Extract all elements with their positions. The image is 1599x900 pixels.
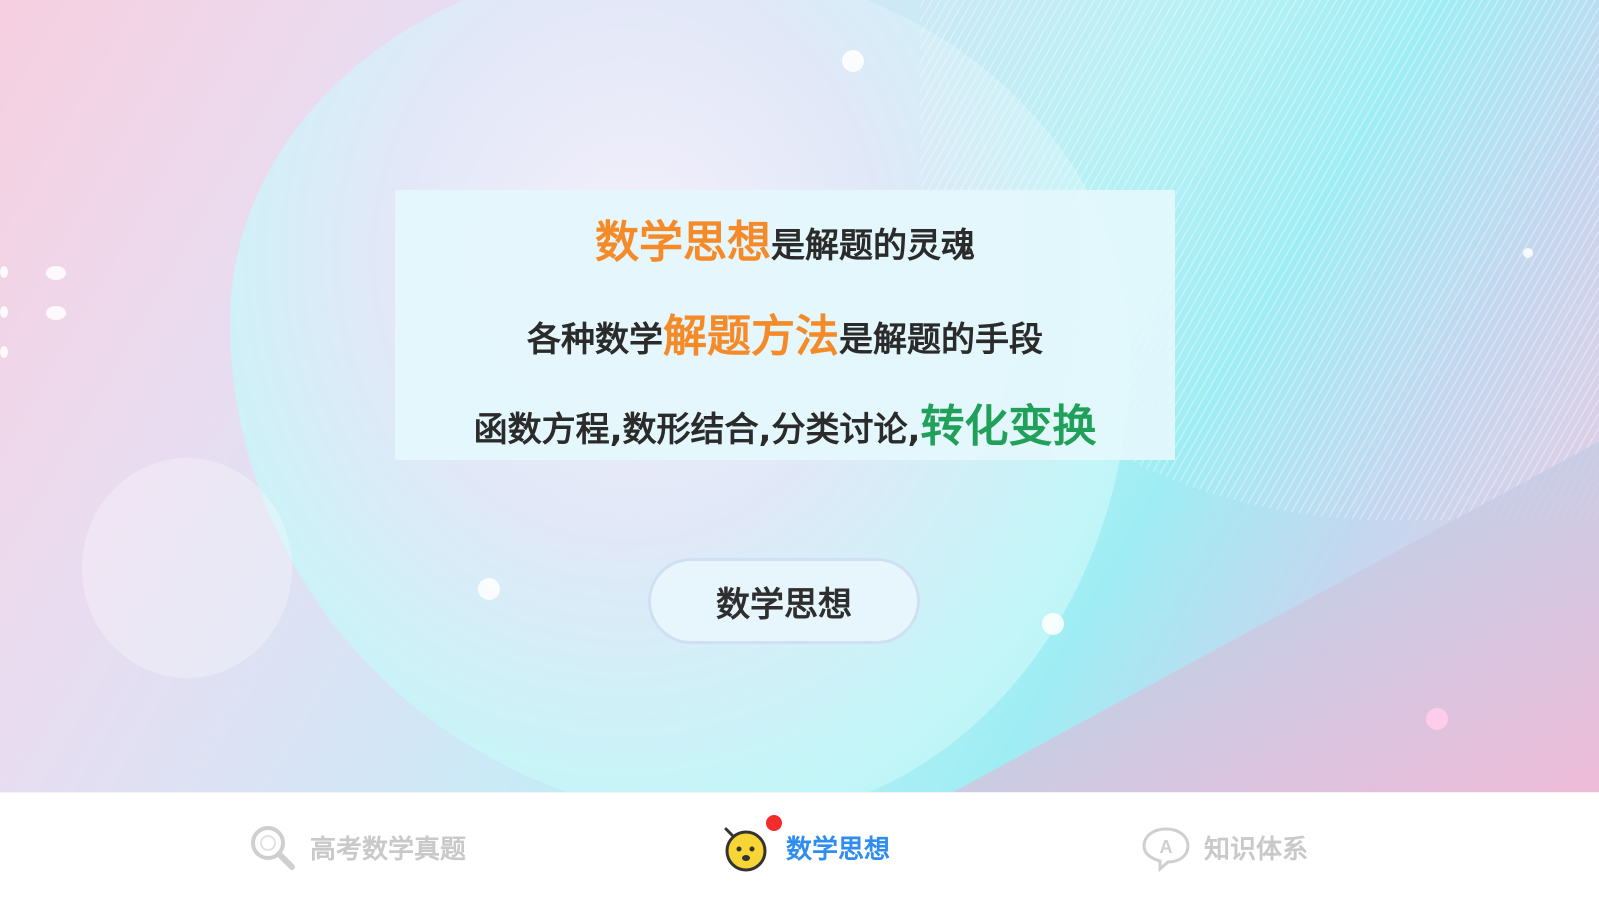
svg-text:A: A xyxy=(1160,837,1173,857)
tab-label: 数学思想 xyxy=(786,834,891,865)
mascot-icon xyxy=(722,815,782,873)
tab-label: 高考数学真题 xyxy=(310,834,467,865)
hero-banner: 数学思想是解题的灵魂 各种数学解题方法是解题的手段 函数方程,数形结合,分类讨论… xyxy=(0,0,1599,792)
decor-dot xyxy=(1523,248,1533,258)
math-thought-button[interactable]: 数学思想 xyxy=(648,558,920,644)
decor-dot xyxy=(1042,613,1064,635)
bottom-tab-bar: 高考数学真题 数学思想 A 知识体系 xyxy=(0,792,1599,900)
tab-label: 知识体系 xyxy=(1204,834,1309,865)
tab-math-thought[interactable]: 数学思想 xyxy=(722,793,890,900)
search-icon xyxy=(246,821,298,873)
message-line-3: 函数方程,数形结合,分类讨论,转化变换 xyxy=(395,390,1175,454)
background-bubble xyxy=(82,458,292,678)
line-2-suffix: 是解题的手段 xyxy=(839,320,1043,360)
line-2-prefix: 各种数学 xyxy=(527,320,663,360)
app-screen: 数学思想是解题的灵魂 各种数学解题方法是解题的手段 函数方程,数形结合,分类讨论… xyxy=(0,0,1599,900)
line-1-highlight: 数学思想 xyxy=(595,217,771,268)
tab-gaokao-exams[interactable]: 高考数学真题 xyxy=(246,793,466,900)
a-bubble-icon: A xyxy=(1140,821,1192,873)
line-3-highlight: 转化变换 xyxy=(920,401,1097,452)
decor-dot xyxy=(842,50,864,72)
decor-dot xyxy=(0,346,8,358)
decor-dot xyxy=(0,266,8,278)
message-line-1: 数学思想是解题的灵魂 xyxy=(395,206,1175,270)
notification-badge xyxy=(766,815,782,831)
tab-knowledge-system[interactable]: A 知识体系 xyxy=(1140,793,1308,900)
decor-dot xyxy=(0,306,8,318)
math-thought-message-card: 数学思想是解题的灵魂 各种数学解题方法是解题的手段 函数方程,数形结合,分类讨论… xyxy=(395,190,1175,460)
decor-dot xyxy=(46,306,66,320)
line-1-text: 是解题的灵魂 xyxy=(771,226,975,266)
line-2-highlight: 解题方法 xyxy=(663,311,839,362)
line-3-prefix: 函数方程,数形结合,分类讨论, xyxy=(473,410,921,450)
decor-dot xyxy=(478,578,500,600)
message-line-2: 各种数学解题方法是解题的手段 xyxy=(395,300,1175,364)
decor-dot xyxy=(46,266,66,280)
decor-dot xyxy=(1426,708,1448,730)
